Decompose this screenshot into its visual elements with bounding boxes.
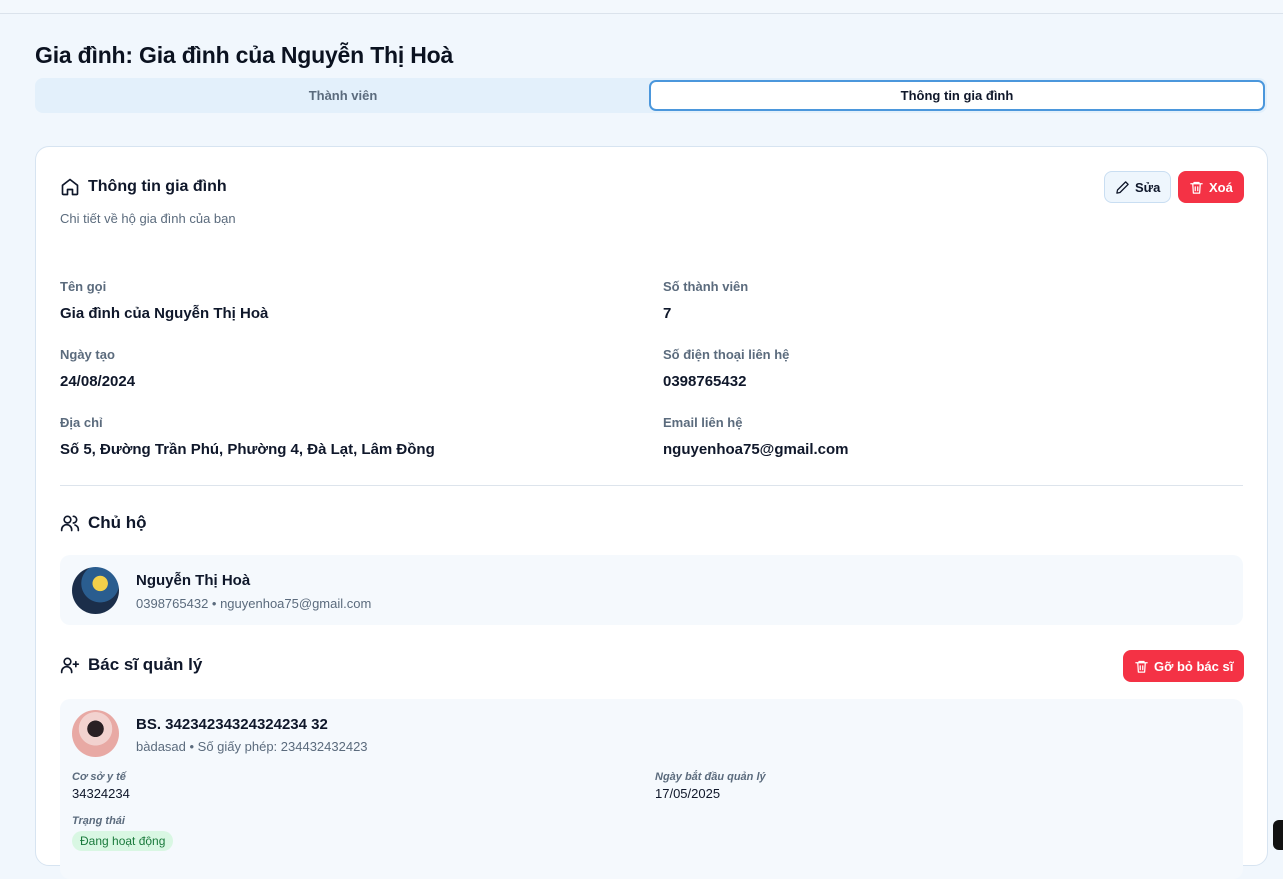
doctor-facility-label: Cơ sở y tế (72, 771, 126, 783)
floating-widget[interactable] (1273, 820, 1283, 850)
tab-family-info[interactable]: Thông tin gia đình (649, 80, 1265, 111)
user-plus-icon (60, 657, 80, 674)
doctor-status: Trạng thái Đang hoạt động (72, 815, 174, 851)
info-section-title: Thông tin gia đình (88, 178, 227, 195)
owner-section-title: Chủ hộ (88, 513, 147, 532)
field-members-label: Số thành viên (663, 279, 749, 294)
field-created-value: 24/08/2024 (60, 373, 136, 390)
field-name: Tên gọi Gia đình của Nguyễn Thị Hoà (60, 279, 268, 322)
trash-icon (1190, 181, 1203, 194)
tab-bar: Thành viên Thông tin gia đình (35, 78, 1267, 113)
doctor-start-value: 17/05/2025 (655, 786, 721, 801)
tab-members[interactable]: Thành viên (35, 80, 651, 111)
doctor-status-label: Trạng thái (72, 815, 125, 827)
family-info-card: Thông tin gia đình Chi tiết về hộ gia đì… (35, 146, 1268, 879)
remove-doctor-label: Gỡ bỏ bác sĩ (1154, 658, 1234, 674)
field-name-value: Gia đình của Nguyễn Thị Hoà (60, 305, 269, 322)
doctor-facility-value: 34324234 (72, 786, 130, 801)
field-address-label: Địa chỉ (60, 415, 103, 430)
info-section-header: Thông tin gia đình (60, 177, 227, 197)
pencil-icon (1116, 180, 1129, 194)
owner-contact: 0398765432 • nguyenhoa75@gmail.com (136, 596, 372, 611)
field-email-value: nguyenhoa75@gmail.com (663, 441, 849, 458)
owner-card: Nguyễn Thị Hoà 0398765432 • nguyenhoa75@… (60, 555, 1243, 625)
field-email-label: Email liên hệ (663, 415, 743, 430)
owner-avatar (72, 567, 119, 614)
doctor-meta: bàdasad • Số giấy phép: 234432432423 (136, 739, 368, 754)
doctor-card: BS. 34234234324324234 32 bàdasad • Số gi… (60, 699, 1243, 879)
field-members-value: 7 (663, 305, 672, 322)
field-email: Email liên hệ nguyenhoa75@gmail.com (663, 415, 849, 458)
section-divider (60, 485, 1243, 486)
field-phone: Số điện thoại liên hệ 0398765432 (663, 347, 789, 390)
info-section-subtitle: Chi tiết về hộ gia đình của bạn (60, 211, 236, 226)
doctor-section-title: Bác sĩ quản lý (88, 655, 203, 674)
doctor-name: BS. 34234234324324234 32 (136, 716, 328, 733)
status-badge: Đang hoạt động (72, 831, 174, 851)
doctor-start-label: Ngày bắt đầu quản lý (655, 771, 766, 783)
field-address: Địa chỉ Số 5, Đường Trần Phú, Phường 4, … (60, 415, 435, 458)
page-title: Gia đình: Gia đình của Nguyễn Thị Hoà (35, 42, 454, 68)
remove-doctor-button[interactable]: Gỡ bỏ bác sĩ (1123, 650, 1245, 682)
field-phone-label: Số điện thoại liên hệ (663, 347, 790, 362)
doctor-avatar (72, 710, 119, 757)
field-created: Ngày tạo 24/08/2024 (60, 347, 135, 390)
field-address-value: Số 5, Đường Trần Phú, Phường 4, Đà Lạt, … (60, 441, 435, 458)
edit-button[interactable]: Sửa (1104, 171, 1172, 203)
home-icon (61, 178, 79, 196)
delete-button[interactable]: Xoá (1178, 171, 1244, 203)
doctor-start: Ngày bắt đầu quản lý 17/05/2025 (655, 771, 766, 801)
field-members: Số thành viên 7 (663, 279, 748, 322)
owner-name: Nguyễn Thị Hoà (136, 572, 251, 589)
field-name-label: Tên gọi (60, 279, 107, 294)
top-bar (0, 0, 1283, 14)
trash-icon (1135, 660, 1148, 673)
field-phone-value: 0398765432 (663, 373, 747, 390)
users-icon (60, 515, 80, 532)
delete-button-label: Xoá (1209, 179, 1233, 195)
doctor-section-header: Bác sĩ quản lý (60, 655, 202, 675)
field-created-label: Ngày tạo (60, 347, 115, 362)
doctor-facility: Cơ sở y tế 34324234 (72, 771, 130, 801)
owner-section-header: Chủ hộ (60, 513, 147, 533)
edit-button-label: Sửa (1135, 179, 1161, 195)
